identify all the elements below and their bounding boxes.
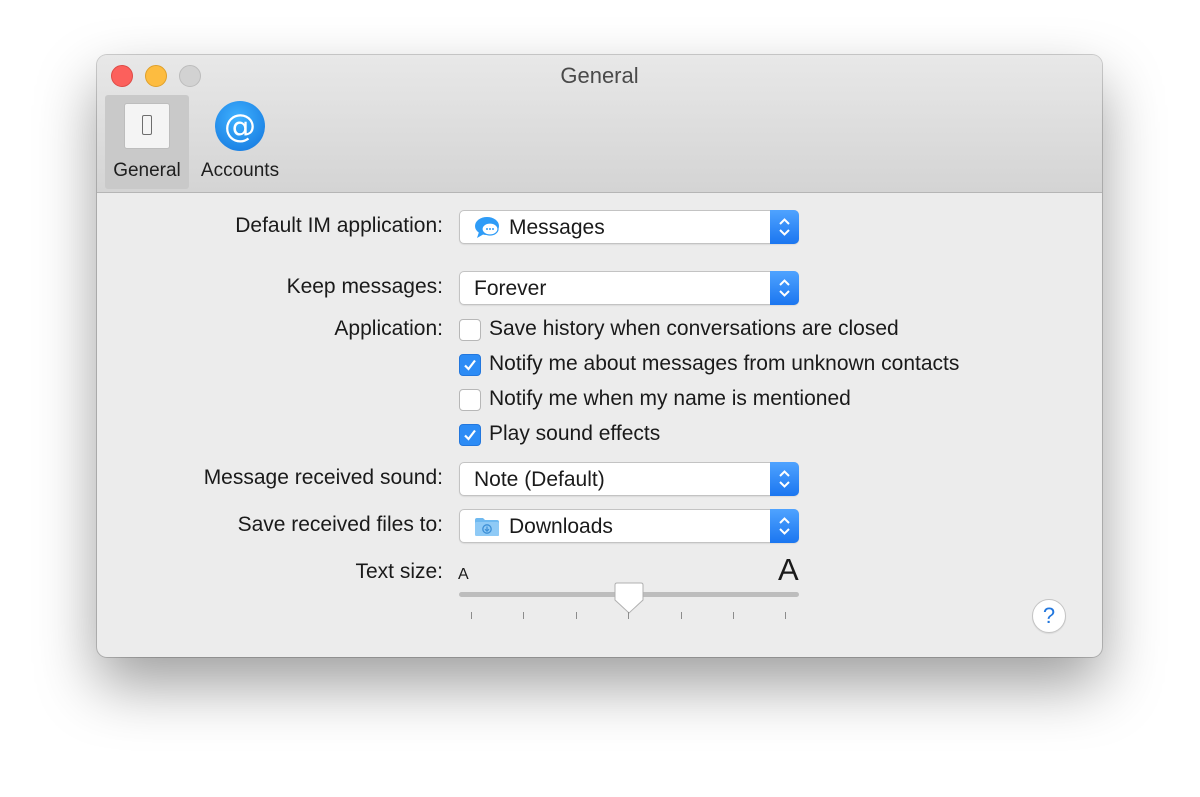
keep-messages-value: Forever — [474, 277, 547, 300]
keep-messages-label: Keep messages: — [286, 275, 443, 298]
slider-tick — [628, 612, 629, 619]
window-title: General — [560, 63, 639, 88]
play-sounds-label[interactable]: Play sound effects — [489, 422, 660, 446]
preferences-window: General General @ Accounts Default IM ap… — [97, 55, 1102, 657]
notify-mention-checkbox[interactable] — [459, 389, 481, 411]
notify-mention-label[interactable]: Notify me when my name is mentioned — [489, 387, 851, 411]
at-sign-icon: @ — [215, 101, 265, 151]
save-history-checkbox[interactable] — [459, 319, 481, 341]
slider-tick — [785, 612, 786, 619]
text-size-slider-thumb[interactable] — [614, 582, 644, 614]
checkmark-icon — [464, 429, 476, 441]
messages-icon — [475, 217, 499, 238]
save-files-label: Save received files to: — [237, 513, 443, 536]
slider-tick — [733, 612, 734, 619]
received-sound-popup[interactable]: Note (Default) — [459, 462, 799, 496]
downloads-folder-icon — [475, 518, 499, 536]
checkmark-icon — [464, 359, 476, 371]
slider-tick — [576, 612, 577, 619]
received-sound-value: Note (Default) — [474, 468, 605, 491]
save-history-label[interactable]: Save history when conversations are clos… — [489, 317, 899, 341]
slider-tick — [681, 612, 682, 619]
popup-arrows-icon — [770, 210, 799, 244]
save-files-value: Downloads — [509, 515, 613, 538]
switch-icon — [124, 103, 170, 149]
received-sound-label: Message received sound: — [203, 466, 443, 489]
keep-messages-popup[interactable]: Forever — [459, 271, 799, 305]
tab-general-label: General — [113, 160, 181, 181]
titlebar: General General @ Accounts — [97, 55, 1102, 193]
tab-general[interactable]: General — [105, 95, 189, 189]
slider-tick — [523, 612, 524, 619]
application-label: Application: — [334, 317, 443, 340]
text-size-small-label: A — [458, 566, 469, 583]
text-size-label: Text size: — [355, 560, 443, 583]
popup-arrows-icon — [770, 271, 799, 305]
popup-arrows-icon — [770, 462, 799, 496]
popup-arrows-icon — [770, 509, 799, 543]
default-im-popup[interactable]: Messages — [459, 210, 799, 244]
tab-accounts[interactable]: @ Accounts — [193, 95, 287, 189]
play-sounds-checkbox[interactable] — [459, 424, 481, 446]
slider-tick — [471, 612, 472, 619]
text-size-large-label: A — [778, 552, 799, 587]
general-pane: Default IM application: Messages Keep me… — [97, 193, 1102, 657]
save-files-popup[interactable]: Downloads — [459, 509, 799, 543]
notify-unknown-label[interactable]: Notify me about messages from unknown co… — [489, 352, 959, 376]
help-button[interactable]: ? — [1032, 599, 1066, 633]
notify-unknown-checkbox[interactable] — [459, 354, 481, 376]
tab-accounts-label: Accounts — [200, 160, 280, 181]
default-im-value: Messages — [509, 216, 605, 239]
default-im-label: Default IM application: — [235, 214, 443, 237]
